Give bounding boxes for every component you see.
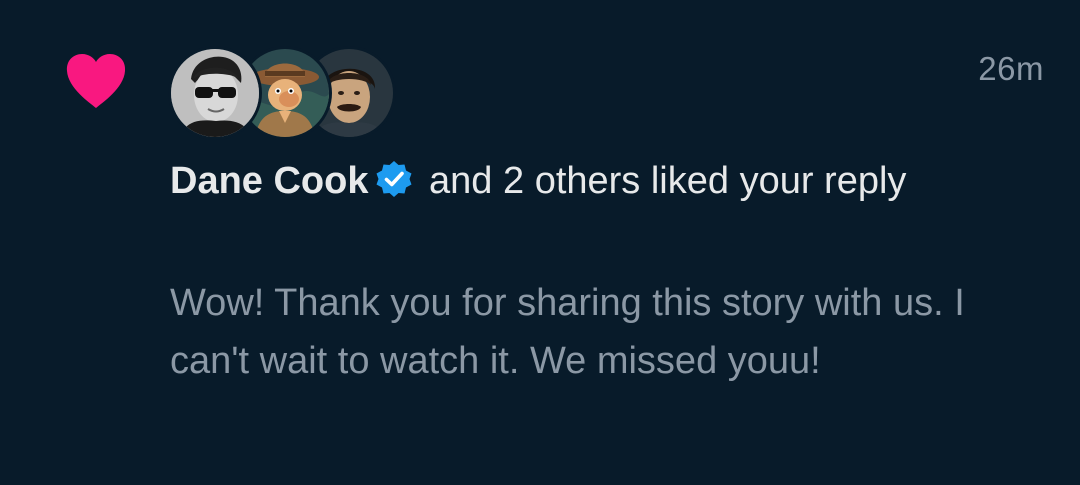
user-name-link[interactable]: Dane Cook (170, 160, 368, 202)
heart-icon (66, 54, 126, 108)
notification-headline: Dane Cook and 2 others liked your reply (170, 154, 990, 209)
timestamp: 26m (978, 50, 1044, 87)
notification-action-text: and 2 others liked your reply (418, 160, 907, 202)
verified-badge-icon (376, 161, 412, 197)
reply-text[interactable]: Wow! Thank you for sharing this story wi… (170, 274, 1050, 390)
avatar-group[interactable] (168, 46, 398, 140)
like-notification[interactable]: 26m Dane Cook and 2 others liked your re… (0, 0, 1080, 485)
avatar-dane-cook[interactable] (168, 46, 262, 140)
